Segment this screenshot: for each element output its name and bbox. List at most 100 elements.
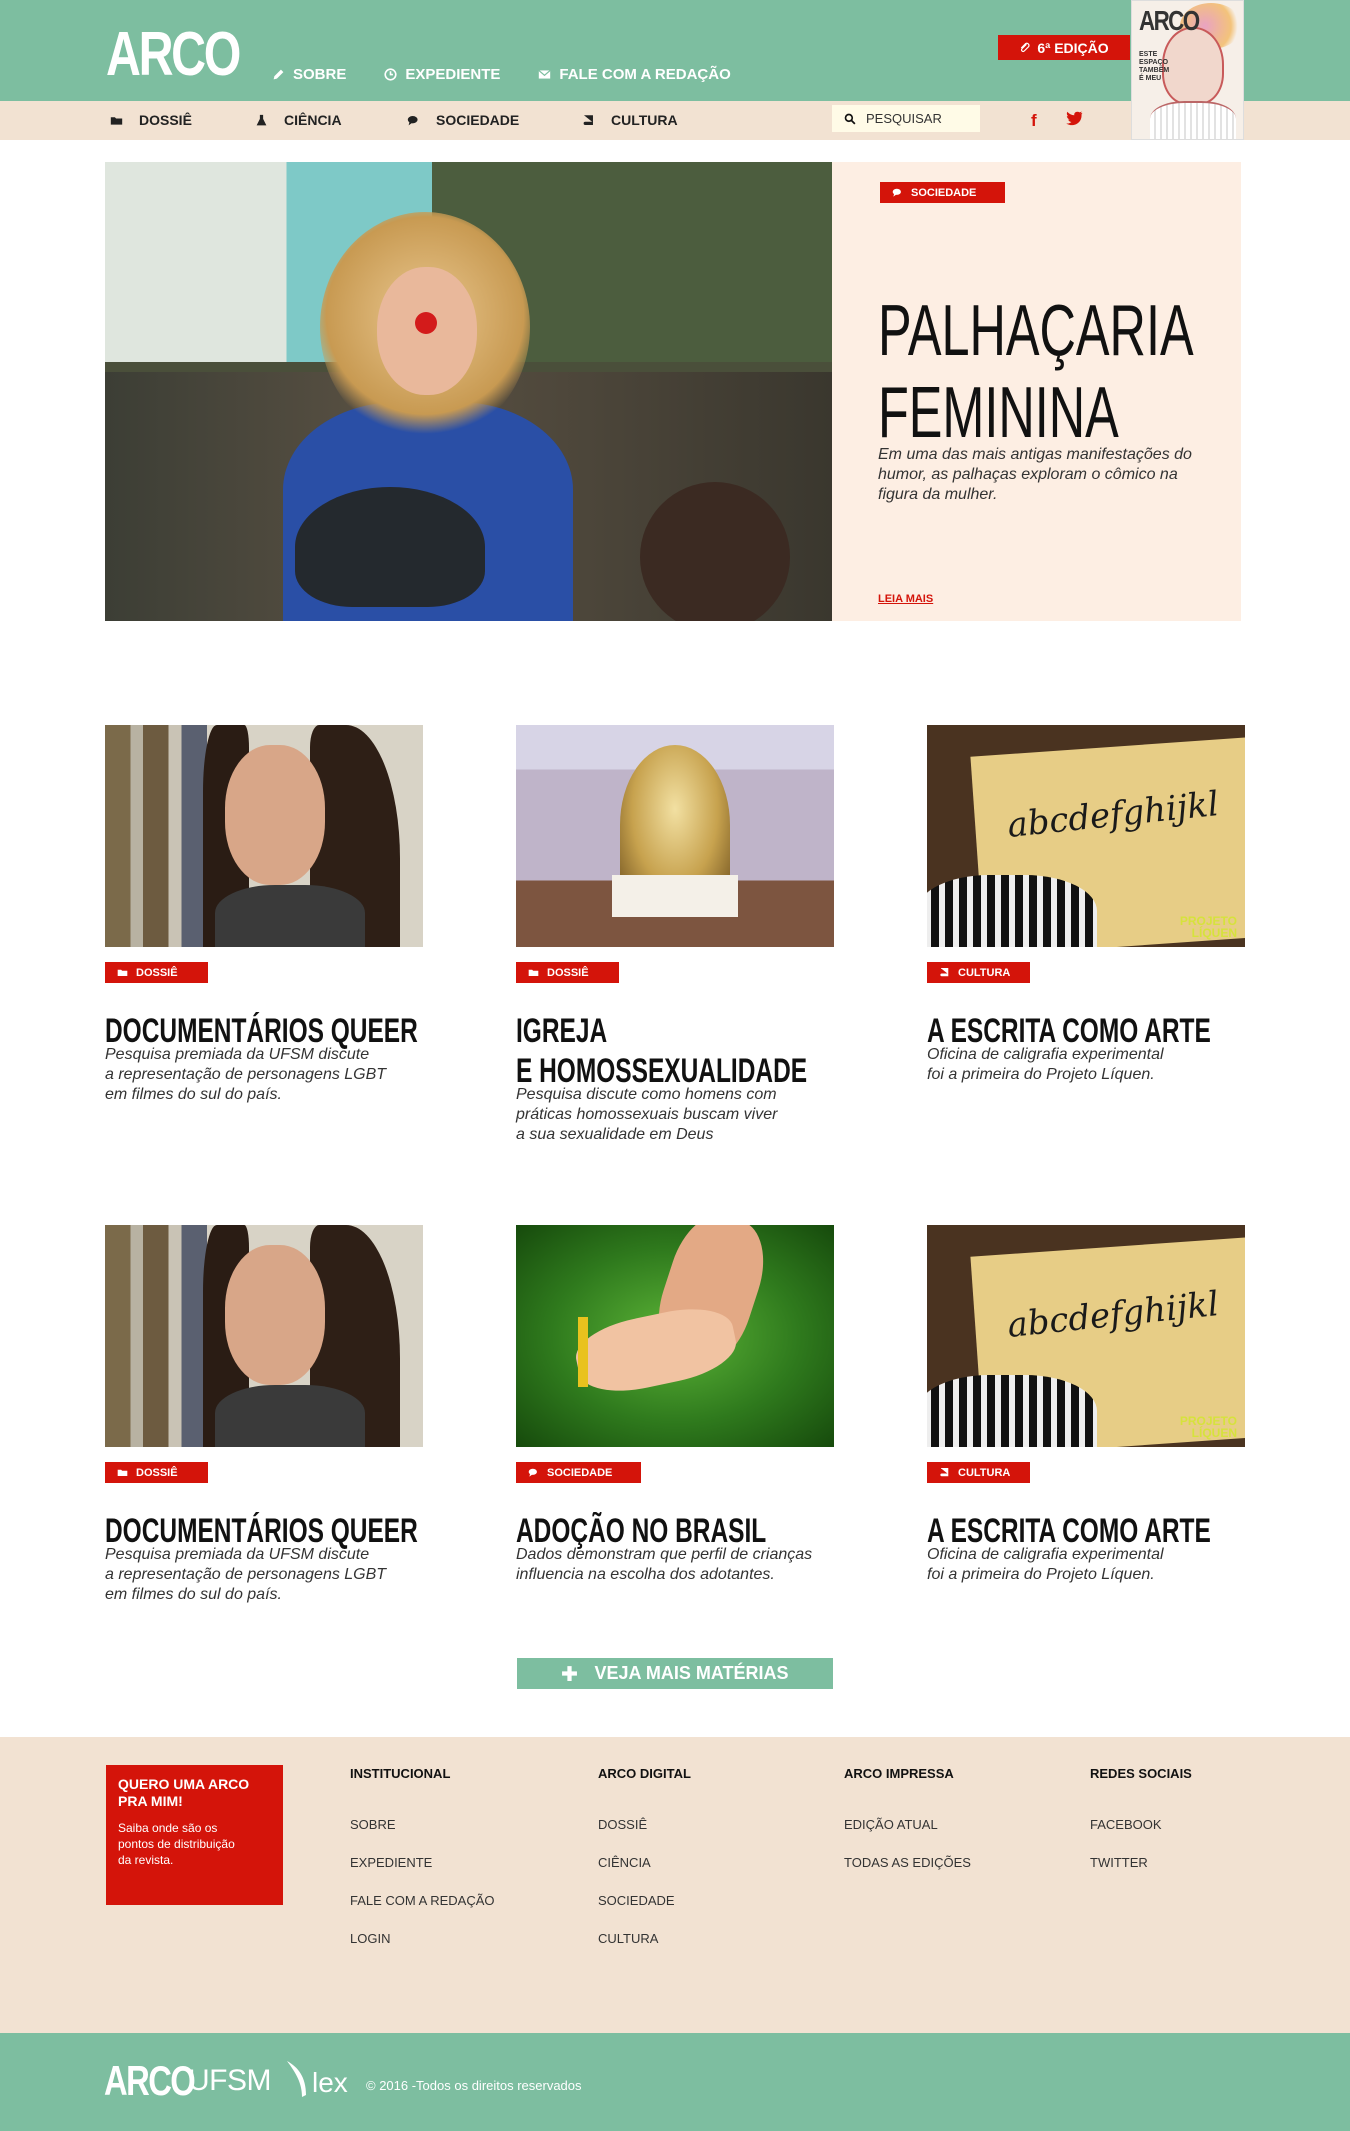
image-detail (570, 1299, 742, 1401)
article-title[interactable]: A ESCRITA COMO ARTE (927, 1511, 1244, 1551)
article-title[interactable]: A ESCRITA COMO ARTE (927, 1011, 1244, 1051)
cover-title: ARCO (1139, 5, 1200, 36)
folder-icon (117, 969, 128, 976)
promo-title: QUERO UMA ARCO PRA MIM! (118, 1776, 250, 1809)
article-category-tag[interactable]: DOSSIÊ (105, 1462, 208, 1483)
clock-icon (384, 68, 397, 81)
search-icon (844, 113, 856, 125)
article-tag-label: DOSSIÊ (136, 1466, 178, 1479)
book-icon (940, 1468, 949, 1477)
article-category-tag[interactable]: SOCIEDADE (516, 1462, 641, 1483)
article-description: Oficina de caligrafia experimental foi a… (927, 1046, 1164, 1083)
hero-category-tag[interactable]: SOCIEDADE (880, 182, 1005, 203)
footer-link[interactable]: DOSSIÊ (598, 1818, 691, 1832)
footer-link[interactable]: CULTURA (598, 1932, 691, 1946)
footer-arco-logo[interactable]: ARCO (104, 2057, 196, 2105)
read-more-link[interactable]: LEIA MAIS (878, 593, 933, 605)
category-ciencia[interactable]: CIÊNCIA (255, 112, 407, 128)
article-category-tag[interactable]: CULTURA (927, 962, 1030, 983)
article-card[interactable]: DOSSIÊ DOCUMENTÁRIOS QUEER Pesquisa prem… (105, 1225, 423, 1605)
header-social-links: f (1031, 111, 1083, 131)
article-title[interactable]: ADOÇÃO NO BRASIL (516, 1511, 833, 1551)
image-watermark: PROJETO LÍQUEN (1179, 914, 1237, 940)
article-tag-label: CULTURA (958, 966, 1011, 979)
article-category-tag[interactable]: DOSSIÊ (105, 962, 208, 983)
footer-link[interactable]: SOCIEDADE (598, 1894, 691, 1908)
article-image[interactable] (105, 725, 423, 947)
ufsm-logo[interactable]: UFSM (188, 2064, 272, 2098)
image-detail (215, 1385, 365, 1447)
footer-link[interactable]: FALE COM A REDAÇÃO (350, 1894, 495, 1908)
footer-link[interactable]: EXPEDIENTE (350, 1856, 495, 1870)
footer-link[interactable]: TWITTER (1090, 1856, 1192, 1870)
facebook-icon[interactable]: f (1031, 111, 1037, 131)
search-input[interactable] (866, 111, 976, 126)
hero-image-cap (295, 487, 485, 607)
article-title[interactable]: IGREJA E HOMOSSEXUALIDADE (516, 1011, 833, 1091)
article-tag-label: CULTURA (958, 1466, 1011, 1479)
magazine-cover[interactable]: ARCO ESTE ESPAÇO TAMBÉM É MEU (1131, 0, 1244, 140)
plus-icon (562, 1666, 578, 1681)
top-nav: SOBRE EXPEDIENTE FALE COM A REDAÇÃO (272, 66, 731, 83)
article-category-tag[interactable]: DOSSIÊ (516, 962, 619, 983)
footer-link[interactable]: SOBRE (350, 1818, 495, 1832)
category-cultura[interactable]: CULTURA (582, 112, 702, 128)
article-description: Pesquisa discute como homens com prática… (516, 1086, 778, 1143)
site-logo[interactable]: ARCO (106, 24, 241, 86)
hero-description: Em uma das mais antigas manifestações do… (878, 446, 1192, 503)
article-card[interactable]: SOCIEDADE ADOÇÃO NO BRASIL Dados demonst… (516, 1225, 834, 1585)
hero-image-clown-nose (415, 312, 437, 334)
article-image[interactable]: abcdefghijkl PROJETO LÍQUEN (927, 725, 1245, 947)
nav-sobre[interactable]: SOBRE (272, 66, 346, 83)
article-category-tag[interactable]: CULTURA (927, 1462, 1030, 1483)
pencil-icon (273, 69, 284, 80)
article-tag-label: DOSSIÊ (547, 966, 589, 979)
image-detail (225, 1245, 325, 1385)
article-card[interactable]: abcdefghijkl PROJETO LÍQUEN CULTURA A ES… (927, 1225, 1245, 1585)
copyright: © 2016 -Todos os direitos reservados (366, 2078, 582, 2093)
footer-link[interactable]: LOGIN (350, 1932, 495, 1946)
article-image[interactable]: abcdefghijkl PROJETO LÍQUEN (927, 1225, 1245, 1447)
article-image[interactable] (516, 1225, 834, 1447)
hero-title[interactable]: PALHAÇARIA FEMININA (878, 290, 1242, 454)
article-tag-label: SOCIEDADE (547, 1466, 613, 1479)
nav-sobre-label: SOBRE (293, 66, 347, 83)
nav-fale-com-a-redacao[interactable]: FALE COM A REDAÇÃO (538, 66, 731, 83)
article-card[interactable]: DOSSIÊ IGREJA E HOMOSSEXUALIDADE Pesquis… (516, 725, 834, 1145)
footer-link[interactable]: FACEBOOK (1090, 1818, 1192, 1832)
article-image[interactable] (105, 1225, 423, 1447)
nav-expediente[interactable]: EXPEDIENTE (384, 66, 500, 83)
category-sociedade[interactable]: SOCIEDADE (407, 112, 582, 128)
search-box[interactable] (832, 105, 980, 132)
footer-link[interactable]: TODAS AS EDIÇÕES (844, 1856, 971, 1870)
folder-icon (117, 1469, 128, 1476)
category-dossie-label: DOSSIÊ (139, 112, 192, 128)
twitter-icon[interactable] (1065, 111, 1083, 126)
image-watermark: PROJETO LÍQUEN (1179, 1414, 1237, 1440)
cover-illustration-body (1150, 101, 1236, 139)
image-detail (578, 1317, 588, 1387)
lex-logo[interactable]: lex (284, 2059, 348, 2099)
article-description: Dados demonstram que perfil de crianças … (516, 1546, 813, 1583)
image-detail (215, 885, 365, 947)
footer-heading: ARCO IMPRESSA (844, 1766, 954, 1781)
promo-box[interactable]: QUERO UMA ARCO PRA MIM! Saiba onde são o… (106, 1765, 283, 1905)
hero-image[interactable] (105, 162, 832, 621)
footer-heading: ARCO DIGITAL (598, 1766, 691, 1781)
article-title[interactable]: DOCUMENTÁRIOS QUEER (105, 1511, 422, 1551)
footer-link[interactable]: EDIÇÃO ATUAL (844, 1818, 971, 1832)
article-title[interactable]: DOCUMENTÁRIOS QUEER (105, 1011, 422, 1051)
footer-link[interactable]: CIÊNCIA (598, 1856, 691, 1870)
category-dossie[interactable]: DOSSIÊ (110, 112, 255, 128)
footer-column-arco-impressa: ARCO IMPRESSA EDIÇÃO ATUAL TODAS AS EDIÇ… (844, 1766, 971, 1894)
nav-fale-label: FALE COM A REDAÇÃO (559, 66, 731, 83)
load-more-button[interactable]: VEJA MAIS MATÉRIAS (517, 1658, 833, 1689)
promo-text: Saiba onde são os pontos de distribuição… (118, 1821, 235, 1867)
folder-icon (528, 969, 539, 976)
edition-badge[interactable]: 6ª EDIÇÃO (998, 35, 1130, 60)
footer-heading: INSTITUCIONAL (350, 1766, 451, 1781)
article-card[interactable]: abcdefghijkl PROJETO LÍQUEN CULTURA A ES… (927, 725, 1245, 1085)
category-ciencia-label: CIÊNCIA (284, 112, 342, 128)
article-image[interactable] (516, 725, 834, 947)
article-card[interactable]: DOSSIÊ DOCUMENTÁRIOS QUEER Pesquisa prem… (105, 725, 423, 1105)
